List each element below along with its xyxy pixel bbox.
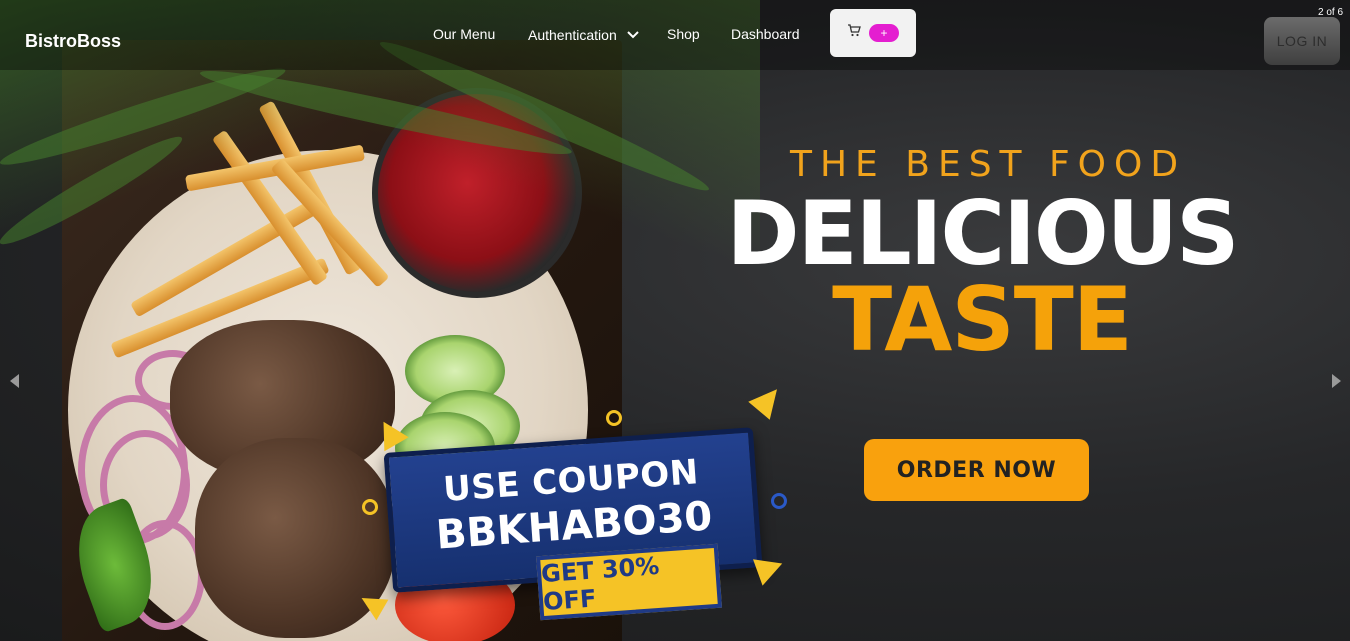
nav-dashboard-label: Dashboard bbox=[731, 26, 800, 42]
chevron-down-icon bbox=[626, 26, 639, 42]
hero-slide: USE COUPON BBKHABO30 GET 30% OFF THE BES… bbox=[0, 0, 1350, 641]
nav-shop-label: Shop bbox=[667, 26, 700, 42]
cart-button[interactable]: + bbox=[830, 9, 916, 57]
arrow-left-icon[interactable] bbox=[10, 374, 19, 388]
hero-headline-taste: TASTE bbox=[832, 268, 1133, 371]
cart-icon bbox=[847, 24, 861, 42]
confetti-triangle bbox=[748, 380, 788, 420]
confetti-ring bbox=[771, 493, 787, 509]
order-now-button[interactable]: ORDER NOW bbox=[864, 439, 1089, 501]
confetti-ring bbox=[362, 499, 378, 515]
cart-count-badge: + bbox=[869, 24, 899, 42]
navbar: BistroBoss Our Menu Authentication Shop … bbox=[0, 0, 1350, 70]
confetti-ring bbox=[606, 410, 622, 426]
nav-authentication-label: Authentication bbox=[528, 27, 617, 43]
brand-logo[interactable]: BistroBoss bbox=[25, 31, 121, 52]
login-button[interactable]: LOG IN bbox=[1264, 17, 1340, 65]
nav-our-menu-label: Our Menu bbox=[433, 26, 496, 42]
slide-counter: 2 of 6 bbox=[1318, 7, 1344, 18]
nav-authentication[interactable]: Authentication bbox=[528, 26, 639, 43]
nav-dashboard[interactable]: Dashboard bbox=[731, 26, 800, 42]
nav-our-menu[interactable]: Our Menu bbox=[433, 26, 495, 42]
arrow-right-icon[interactable] bbox=[1332, 374, 1341, 388]
nav-shop[interactable]: Shop bbox=[667, 26, 700, 42]
offer-badge: GET 30% OFF bbox=[535, 543, 723, 621]
hero-eyebrow: THE BEST FOOD bbox=[790, 144, 1187, 185]
